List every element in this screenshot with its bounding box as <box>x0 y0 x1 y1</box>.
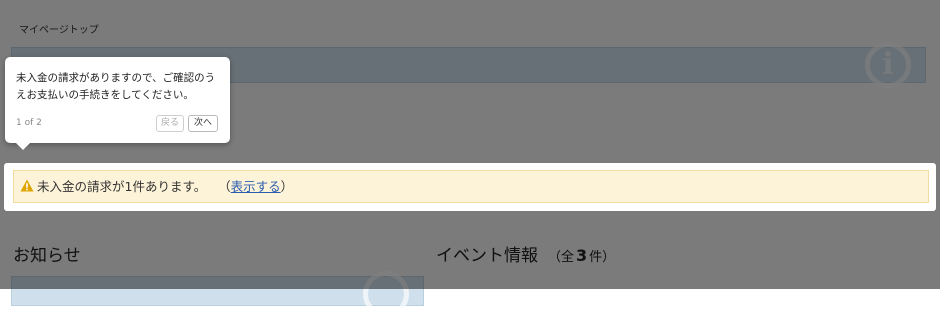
tour-message: 未入金の請求がありますので、ご確認のうえお支払いの手続きをしてください。 <box>16 72 216 101</box>
tour-overlay[interactable] <box>0 0 940 289</box>
show-invoice-link[interactable]: 表示する <box>231 179 281 194</box>
unpaid-alert: 未入金の請求が1件あります。 （表示する） <box>13 170 929 203</box>
tooltip-arrow <box>16 143 30 150</box>
tour-highlight: 未入金の請求が1件あります。 （表示する） <box>4 163 936 211</box>
tour-step-indicator: 1 of 2 <box>16 118 42 128</box>
tour-back-button[interactable]: 戻る <box>156 115 184 132</box>
warning-icon <box>20 179 34 192</box>
tour-tooltip: 未入金の請求がありますので、ご確認のうえお支払いの手続きをしてください。 1 o… <box>5 57 230 150</box>
alert-text: 未入金の請求が1件あります。 <box>37 179 207 194</box>
tour-next-button[interactable]: 次へ <box>188 115 218 132</box>
